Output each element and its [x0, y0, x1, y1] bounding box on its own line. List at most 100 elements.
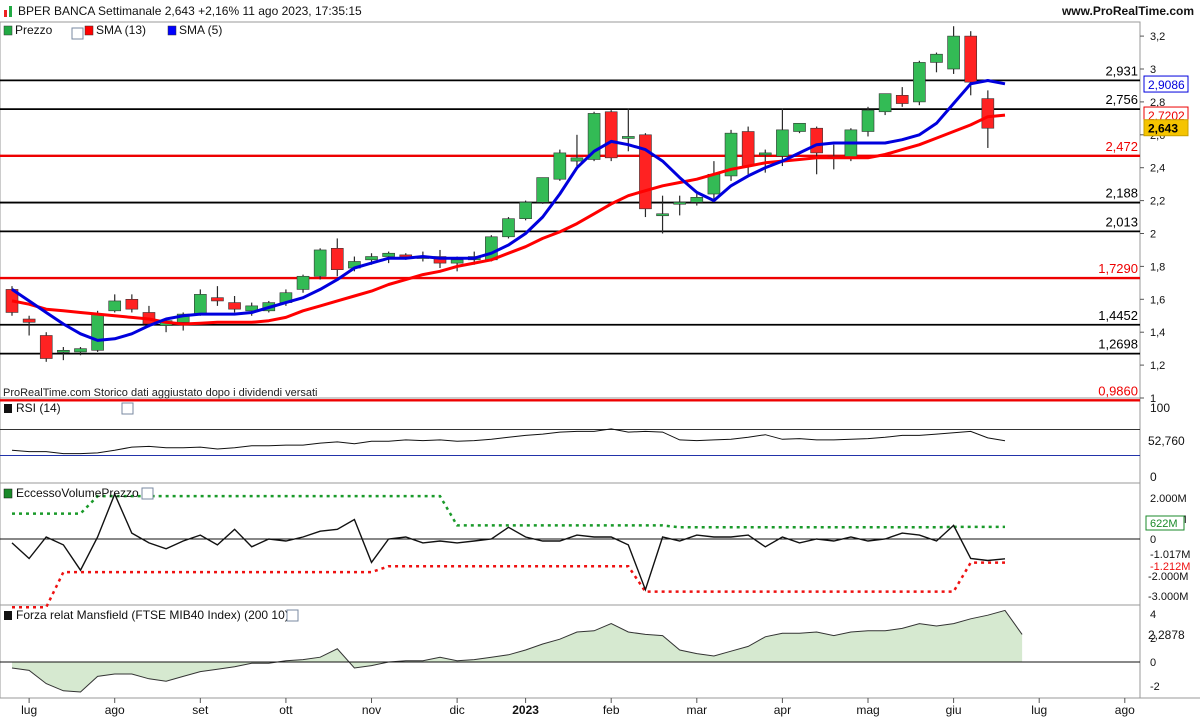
level-label: 1,2698 — [1098, 337, 1138, 352]
rsi-last-label: 52,760 — [1148, 434, 1185, 448]
level-label: 1,7290 — [1098, 261, 1138, 276]
candle-body — [776, 129, 789, 157]
volume-tick-label: 2.000M — [1150, 493, 1187, 505]
legend-price-label: Prezzo — [15, 23, 53, 37]
time-tick-label: nov — [362, 703, 381, 717]
volume-tick-label: 0 — [1150, 534, 1156, 546]
time-tick-label: set — [192, 703, 209, 717]
candle-body — [930, 53, 943, 63]
time-tick-label: dic — [449, 703, 464, 717]
candle-body — [570, 157, 584, 162]
candle-body — [741, 131, 755, 167]
mansfield-area — [12, 610, 1023, 692]
rsi-tick-label: 100 — [1150, 401, 1170, 415]
candle-body — [622, 136, 635, 139]
settings-icon — [141, 487, 154, 500]
time-tick-label: ago — [105, 703, 125, 717]
indicator-panels — [0, 428, 1140, 693]
level-label: 1,4452 — [1098, 308, 1138, 323]
volume-tag-label: -1.017M — [1150, 549, 1190, 561]
mansfield-tick-label: -2 — [1150, 681, 1160, 693]
candle-body — [313, 249, 327, 277]
volume-tick-label: -3.000M — [1148, 591, 1188, 603]
price-tag-label: 2,643 — [1148, 122, 1178, 136]
candle-body — [108, 300, 122, 312]
time-tick-label: 2023 — [512, 703, 539, 717]
price-tick-label: 3,2 — [1150, 31, 1165, 43]
candle-body — [656, 213, 669, 217]
time-tick-label: ago — [1115, 703, 1135, 717]
time-tick-label: mag — [856, 703, 879, 717]
candle-body — [690, 197, 704, 203]
mansfield-tick-label: 0 — [1150, 657, 1156, 669]
candle-body — [450, 259, 464, 264]
candle-body — [861, 109, 875, 132]
settings-icon — [121, 402, 134, 415]
support-resistance-levels: 2,931 2,756 2,472 2,188 2,013 1,7290 1,4452 1,2… — [0, 63, 1140, 402]
candle-body — [639, 134, 652, 210]
volume-swatch — [3, 488, 13, 499]
chart-canvas: 2,931 2,756 2,472 2,188 2,013 1,7290 1,4452 1,2… — [0, 21, 1200, 717]
candle-body — [502, 218, 515, 238]
rsi-tick-label: 0 — [1150, 470, 1157, 484]
time-tick-label: ott — [279, 703, 293, 717]
mansfield-swatch — [4, 611, 12, 620]
time-tick-label: lug — [1031, 703, 1047, 717]
price-tick-label: 1,8 — [1150, 261, 1165, 273]
dividend-note: ProRealTime.com Storico dati aggiustato … — [3, 387, 317, 399]
panel-frame — [0, 482, 1141, 606]
candle-body — [604, 111, 618, 159]
candle-body — [125, 298, 139, 310]
candle-body — [553, 152, 567, 180]
candle-body — [810, 127, 823, 154]
candle-body — [981, 98, 995, 129]
settings-icon — [286, 609, 299, 622]
candle-body — [519, 201, 532, 219]
volume-upper-band — [12, 494, 1005, 529]
legend-sma5-label: SMA (5) — [179, 23, 222, 37]
rsi-legend-label: RSI (14) — [16, 401, 61, 415]
volume-legend-label: EccessoVolumePrezzo — [16, 486, 139, 500]
legend-price-swatch — [3, 25, 13, 36]
price-tick-label: 1,2 — [1150, 360, 1165, 372]
level-label: 2,013 — [1105, 214, 1138, 229]
candle-body — [913, 62, 926, 103]
candle-body — [964, 35, 978, 83]
volume-tag-label: 622M — [1150, 518, 1178, 530]
candle-body — [758, 152, 772, 156]
candle-body — [211, 297, 224, 302]
candle-body — [878, 93, 892, 113]
candle-body — [895, 95, 909, 104]
time-tick-label: giu — [946, 703, 962, 717]
price-tick-label: 2,2 — [1150, 196, 1165, 208]
candle-body — [296, 275, 310, 290]
time-tick-label: lug — [21, 703, 37, 717]
level-label: 0,9860 — [1098, 383, 1138, 398]
candle-body — [947, 35, 960, 70]
volume-lower-band — [12, 561, 1005, 609]
candle-body — [365, 256, 378, 261]
price-tick-label: 1,6 — [1150, 294, 1165, 306]
candle-body — [485, 236, 498, 261]
price-candles — [5, 26, 995, 362]
time-tick-label: apr — [774, 703, 791, 717]
price-tick-label: 3 — [1150, 64, 1156, 76]
rsi-line — [11, 428, 1006, 455]
panel-frame — [0, 397, 1141, 484]
price-tick-label: 1,4 — [1150, 327, 1165, 339]
time-tick-label: mar — [686, 703, 707, 717]
volume-tag-label: -1.212M — [1150, 561, 1190, 573]
candle-body — [536, 177, 550, 203]
time-tick-label: feb — [603, 703, 620, 717]
candle-body — [330, 248, 344, 270]
settings-icon — [71, 27, 84, 40]
candle-body — [707, 173, 721, 195]
moving-averages — [11, 79, 1006, 342]
price-tick-label: 2 — [1150, 229, 1156, 241]
level-label: 2,472 — [1105, 139, 1138, 154]
legend-sma13-swatch — [84, 25, 94, 36]
sma5-line — [11, 79, 1006, 342]
candle-body — [22, 318, 36, 323]
candle-body — [382, 252, 395, 257]
price-tick-label: 2,4 — [1150, 163, 1165, 175]
